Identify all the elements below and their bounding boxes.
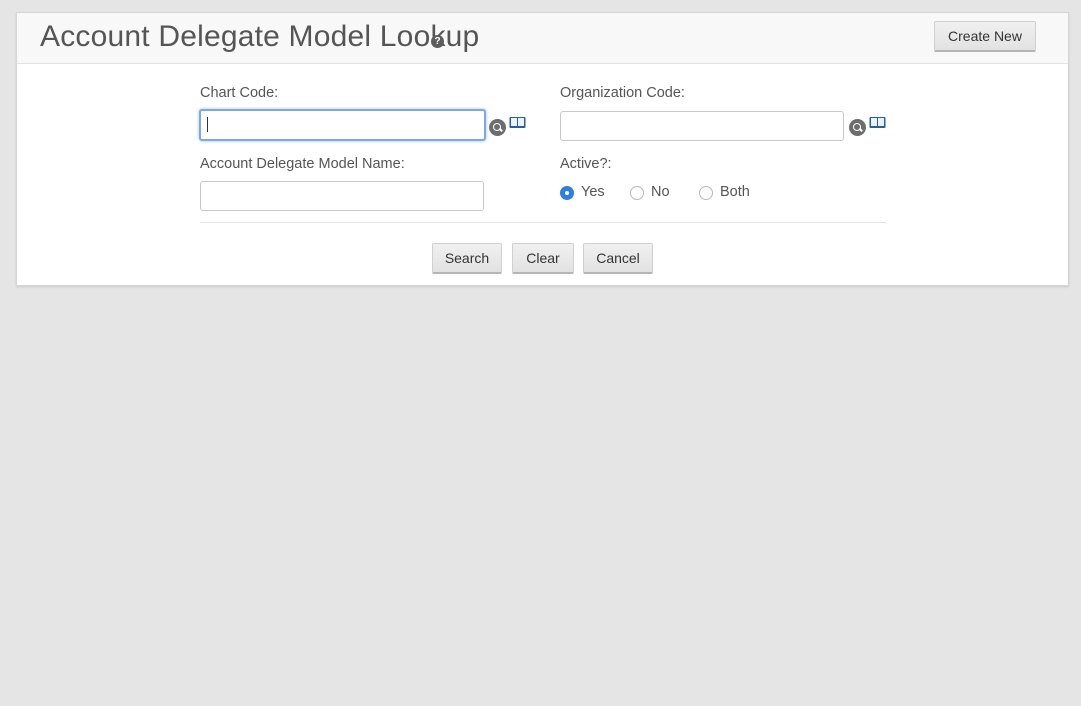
radio-yes[interactable] xyxy=(560,186,574,200)
radio-no-label: No xyxy=(651,184,670,200)
radio-yes-label: Yes xyxy=(581,184,605,200)
search-button[interactable]: Search xyxy=(432,243,502,274)
radio-both[interactable] xyxy=(699,186,713,200)
clear-button[interactable]: Clear xyxy=(512,243,574,274)
organization-code-search-icon[interactable] xyxy=(849,119,866,136)
text-caret xyxy=(207,117,208,132)
page-title: Account Delegate Model Lookup xyxy=(40,20,480,53)
page-header: Account Delegate Model Lookup ? Create N… xyxy=(17,13,1068,64)
chart-code-label: Chart Code: xyxy=(200,85,279,101)
form-divider xyxy=(200,222,886,223)
chart-code-book-icon[interactable] xyxy=(509,116,526,130)
model-name-label: Account Delegate Model Name: xyxy=(200,156,405,172)
model-name-input[interactable] xyxy=(200,181,484,211)
help-icon[interactable]: ? xyxy=(431,35,444,48)
active-label: Active?: xyxy=(560,156,612,172)
organization-code-input[interactable] xyxy=(560,111,844,141)
cancel-button[interactable]: Cancel xyxy=(583,243,653,274)
chart-code-search-icon[interactable] xyxy=(489,119,506,136)
chart-code-input[interactable] xyxy=(199,109,486,141)
organization-code-label: Organization Code: xyxy=(560,85,685,101)
organization-code-book-icon[interactable] xyxy=(869,116,886,130)
radio-no[interactable] xyxy=(630,186,644,200)
radio-both-label: Both xyxy=(720,184,750,200)
lookup-panel: Account Delegate Model Lookup ? Create N… xyxy=(16,12,1069,286)
create-new-button[interactable]: Create New xyxy=(934,21,1036,52)
